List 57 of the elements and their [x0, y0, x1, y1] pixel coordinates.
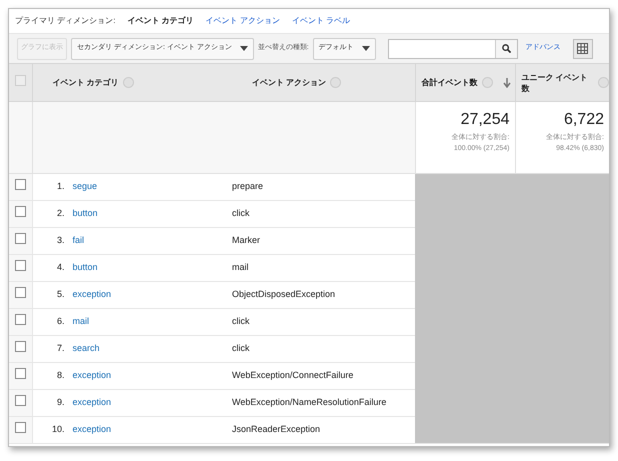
row-checkbox[interactable] [14, 368, 26, 380]
row-index: 6. [56, 315, 64, 328]
caret-icon [240, 46, 248, 51]
column-header[interactable]: 合計イベント数 [422, 77, 478, 88]
table-cell: WebException/ConnectFailure [232, 362, 415, 390]
row-checkbox[interactable] [14, 206, 26, 218]
category-link[interactable]: fail [72, 234, 84, 248]
table-cell: click [232, 200, 415, 228]
sort-arrow-icon[interactable] [502, 78, 510, 88]
category-link[interactable]: exception [72, 396, 112, 410]
column-header[interactable]: イベント アクション [252, 77, 326, 88]
table-cell: click [232, 336, 415, 362]
dimension-link[interactable]: イベント カテゴリ [127, 15, 194, 27]
table-cell: WebException/NameResolutionFailure [232, 390, 415, 416]
grid-view-icon[interactable] [572, 38, 593, 58]
dimension-link[interactable]: イベント アクション [206, 15, 280, 27]
row-index: 10. [50, 423, 64, 436]
row-index: 3. [56, 234, 64, 248]
column-header[interactable]: ユニーク イベント数 [522, 72, 594, 94]
row-index: 9. [56, 396, 64, 410]
search-field[interactable] [388, 38, 518, 58]
select-all-checkbox[interactable] [14, 74, 26, 86]
dimension-link[interactable]: イベント ラベル [292, 15, 350, 27]
table-cell: prepare [232, 174, 415, 200]
row-checkbox[interactable] [14, 341, 26, 352]
table-cell: ObjectDisposedException [232, 282, 415, 308]
row-checkbox[interactable] [14, 233, 26, 244]
table-cell: JsonReaderException [232, 416, 415, 444]
row-checkbox[interactable] [14, 179, 26, 190]
category-link[interactable]: segue [72, 180, 98, 194]
category-link[interactable]: button [72, 207, 98, 221]
total-value: 27,254 [460, 110, 510, 130]
row-index: 2. [56, 207, 64, 220]
row-checkbox[interactable] [14, 260, 26, 272]
table-cell: click [232, 308, 415, 336]
total-value: 6,722 [562, 110, 604, 130]
row-index: 5. [56, 288, 64, 302]
row-checkbox[interactable] [14, 314, 26, 326]
category-link[interactable]: exception [72, 288, 112, 302]
column-header[interactable]: イベント カテゴリ [52, 77, 119, 88]
row-checkbox[interactable] [14, 395, 26, 406]
category-link[interactable]: exception [72, 423, 112, 437]
category-link[interactable]: exception [72, 369, 112, 383]
primary-dimension-label: プライマリ ディメンション: [15, 15, 116, 27]
table-cell: Marker [232, 228, 415, 254]
row-index: 7. [56, 342, 64, 356]
row-index: 4. [56, 261, 64, 274]
category-link[interactable]: mail [72, 315, 90, 329]
category-link[interactable]: search [72, 342, 100, 356]
category-link[interactable]: button [72, 261, 98, 275]
row-checkbox[interactable] [14, 287, 26, 298]
caret-icon [362, 46, 370, 51]
row-checkbox[interactable] [14, 422, 26, 434]
table-cell: mail [232, 254, 415, 282]
search-icon[interactable] [494, 40, 517, 58]
row-index: 8. [56, 369, 64, 382]
row-index: 1. [56, 180, 64, 194]
